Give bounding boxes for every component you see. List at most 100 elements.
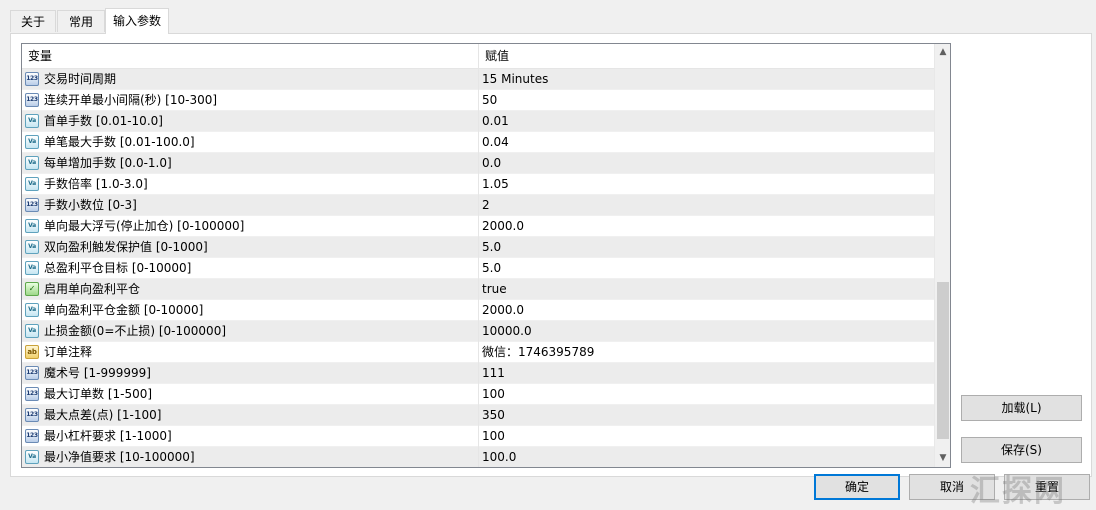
parameter-name: Va 最小净值要求 [10-100000] bbox=[22, 447, 479, 467]
parameter-name: 123 魔术号 [1-999999] bbox=[22, 363, 479, 384]
table-row[interactable]: Va 首单手数 [0.01-10.0] 0.01 bbox=[22, 111, 934, 132]
vertical-scrollbar[interactable]: ▲ ▼ bbox=[934, 44, 950, 467]
table-row[interactable]: Va 止损金额(0=不止损) [0-100000] 10000.0 bbox=[22, 321, 934, 342]
parameter-value[interactable]: 10000.0 bbox=[480, 321, 936, 342]
double-type-icon: Va bbox=[25, 240, 39, 254]
table-row[interactable]: Va 单向盈利平仓金额 [0-10000] 2000.0 bbox=[22, 300, 934, 321]
parameter-label: 止损金额(0=不止损) [0-100000] bbox=[44, 324, 227, 338]
scroll-down-arrow-icon[interactable]: ▼ bbox=[935, 450, 950, 467]
parameter-value[interactable]: 0.04 bbox=[480, 132, 936, 153]
parameter-name: Va 双向盈利触发保护值 [0-1000] bbox=[22, 237, 479, 258]
parameter-value[interactable]: 1.05 bbox=[480, 174, 936, 195]
parameter-value[interactable]: 50 bbox=[480, 90, 936, 111]
int-type-icon: 123 bbox=[25, 72, 39, 86]
parameter-value[interactable]: 2000.0 bbox=[480, 300, 936, 321]
table-row[interactable]: 123 手数小数位 [0-3] 2 bbox=[22, 195, 934, 216]
int-type-icon: 123 bbox=[25, 387, 39, 401]
int-type-icon: 123 bbox=[25, 198, 39, 212]
parameter-name: Va 首单手数 [0.01-10.0] bbox=[22, 111, 479, 132]
parameter-value[interactable]: 5.0 bbox=[480, 237, 936, 258]
table-row[interactable]: Va 手数倍率 [1.0-3.0] 1.05 bbox=[22, 174, 934, 195]
parameter-value[interactable]: 111 bbox=[480, 363, 936, 384]
parameter-value[interactable]: 100.0 bbox=[480, 447, 936, 467]
table-row[interactable]: 123 最大点差(点) [1-100] 350 bbox=[22, 405, 934, 426]
parameter-name: Va 单笔最大手数 [0.01-100.0] bbox=[22, 132, 479, 153]
parameter-value[interactable]: 0.01 bbox=[480, 111, 936, 132]
parameter-label: 启用单向盈利平仓 bbox=[44, 282, 141, 296]
tab-about[interactable]: 关于 bbox=[10, 10, 56, 32]
tab-inputs[interactable]: 输入参数 bbox=[105, 8, 169, 34]
double-type-icon: Va bbox=[25, 450, 39, 464]
load-button[interactable]: 加载(L) bbox=[961, 395, 1082, 421]
parameter-value[interactable]: 2000.0 bbox=[480, 216, 936, 237]
double-type-icon: Va bbox=[25, 219, 39, 233]
table-row[interactable]: 123 连续开单最小间隔(秒) [10-300] 50 bbox=[22, 90, 934, 111]
table-row[interactable]: 123 最小杠杆要求 [1-1000] 100 bbox=[22, 426, 934, 447]
int-type-icon: 123 bbox=[25, 366, 39, 380]
parameter-value[interactable]: true bbox=[480, 279, 936, 300]
parameter-value[interactable]: 350 bbox=[480, 405, 936, 426]
double-type-icon: Va bbox=[25, 135, 39, 149]
parameter-label: 总盈利平仓目标 [0-10000] bbox=[44, 261, 192, 275]
parameter-label: 最小杠杆要求 [1-1000] bbox=[44, 429, 172, 443]
window-edge bbox=[0, 0, 10, 510]
parameter-label: 交易时间周期 bbox=[44, 72, 117, 86]
parameter-label: 魔术号 [1-999999] bbox=[44, 366, 151, 380]
parameter-value[interactable]: 2 bbox=[480, 195, 936, 216]
parameter-label: 单向盈利平仓金额 [0-10000] bbox=[44, 303, 204, 317]
table-row[interactable]: ✓ 启用单向盈利平仓 true bbox=[22, 279, 934, 300]
parameter-name: Va 每单增加手数 [0.0-1.0] bbox=[22, 153, 479, 174]
double-type-icon: Va bbox=[25, 261, 39, 275]
tab-common[interactable]: 常用 bbox=[57, 10, 105, 32]
parameter-name: ab 订单注释 bbox=[22, 342, 479, 363]
parameter-name: Va 总盈利平仓目标 [0-10000] bbox=[22, 258, 479, 279]
table-row[interactable]: Va 单向最大浮亏(停止加仓) [0-100000] 2000.0 bbox=[22, 216, 934, 237]
table-row[interactable]: 123 最大订单数 [1-500] 100 bbox=[22, 384, 934, 405]
table-row[interactable]: 123 交易时间周期 15 Minutes bbox=[22, 69, 934, 90]
parameter-value[interactable]: 15 Minutes bbox=[480, 69, 936, 90]
double-type-icon: Va bbox=[25, 114, 39, 128]
save-button[interactable]: 保存(S) bbox=[961, 437, 1082, 463]
scroll-up-arrow-icon[interactable]: ▲ bbox=[935, 44, 950, 61]
double-type-icon: Va bbox=[25, 177, 39, 191]
string-type-icon: ab bbox=[25, 345, 39, 359]
parameter-value[interactable]: 5.0 bbox=[480, 258, 936, 279]
column-header-value[interactable]: 赋值 bbox=[479, 44, 934, 68]
grid-header: 变量 赋值 bbox=[22, 44, 934, 69]
parameters-grid[interactable]: 变量 赋值 123 交易时间周期 15 Minutes 123 连续开单最小间隔(秒) … bbox=[21, 43, 951, 468]
bool-type-icon: ✓ bbox=[25, 282, 39, 296]
parameter-label: 双向盈利触发保护值 [0-1000] bbox=[44, 240, 208, 254]
double-type-icon: Va bbox=[25, 156, 39, 170]
parameter-value[interactable]: 100 bbox=[480, 426, 936, 447]
parameter-name: 123 最大点差(点) [1-100] bbox=[22, 405, 479, 426]
parameter-label: 单向最大浮亏(停止加仓) [0-100000] bbox=[44, 219, 245, 233]
table-row[interactable]: Va 最小净值要求 [10-100000] 100.0 bbox=[22, 447, 936, 467]
parameter-label: 连续开单最小间隔(秒) [10-300] bbox=[44, 93, 218, 107]
table-row[interactable]: Va 单笔最大手数 [0.01-100.0] 0.04 bbox=[22, 132, 934, 153]
parameter-value[interactable]: 100 bbox=[480, 384, 936, 405]
parameter-name: 123 最小杠杆要求 [1-1000] bbox=[22, 426, 479, 447]
parameter-name: 123 交易时间周期 bbox=[22, 69, 479, 90]
table-row[interactable]: ab 订单注释 微信：1746395789 bbox=[22, 342, 934, 363]
parameter-name: Va 单向最大浮亏(停止加仓) [0-100000] bbox=[22, 216, 479, 237]
ok-button[interactable]: 确定 bbox=[814, 474, 900, 500]
int-type-icon: 123 bbox=[25, 93, 39, 107]
parameter-label: 单笔最大手数 [0.01-100.0] bbox=[44, 135, 195, 149]
parameter-name: 123 手数小数位 [0-3] bbox=[22, 195, 479, 216]
parameter-value[interactable]: 0.0 bbox=[480, 153, 936, 174]
table-row[interactable]: Va 双向盈利触发保护值 [0-1000] 5.0 bbox=[22, 237, 934, 258]
scrollbar-thumb[interactable] bbox=[937, 282, 949, 439]
parameter-label: 手数倍率 [1.0-3.0] bbox=[44, 177, 148, 191]
parameter-name: Va 止损金额(0=不止损) [0-100000] bbox=[22, 321, 479, 342]
column-header-variable[interactable]: 变量 bbox=[22, 44, 479, 68]
parameter-label: 最大点差(点) [1-100] bbox=[44, 408, 162, 422]
parameter-value[interactable]: 微信：1746395789 bbox=[480, 342, 936, 363]
grid-rows: 123 交易时间周期 15 Minutes 123 连续开单最小间隔(秒) [10-30… bbox=[22, 69, 936, 467]
table-row[interactable]: Va 每单增加手数 [0.0-1.0] 0.0 bbox=[22, 153, 934, 174]
double-type-icon: Va bbox=[25, 324, 39, 338]
tab-strip: 关于 常用 输入参数 bbox=[10, 8, 1096, 34]
table-row[interactable]: 123 魔术号 [1-999999] 111 bbox=[22, 363, 934, 384]
table-row[interactable]: Va 总盈利平仓目标 [0-10000] 5.0 bbox=[22, 258, 934, 279]
parameter-label: 手数小数位 [0-3] bbox=[44, 198, 137, 212]
parameter-label: 最大订单数 [1-500] bbox=[44, 387, 153, 401]
